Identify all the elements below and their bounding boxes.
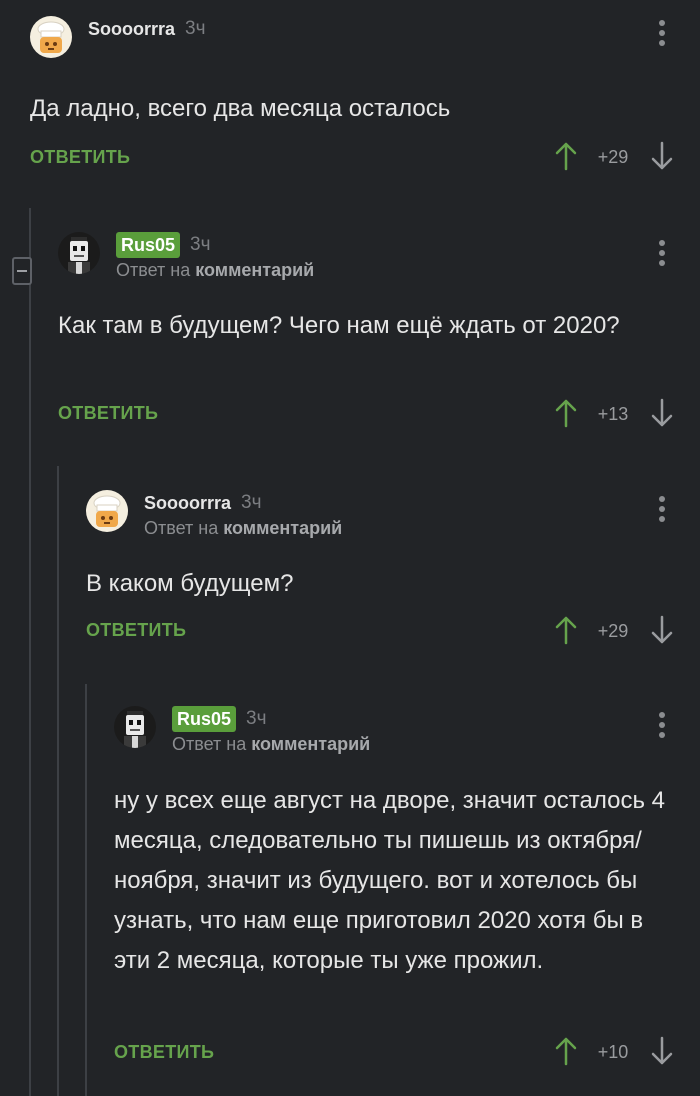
author-name[interactable]: Rus05 xyxy=(116,232,181,258)
downvote-arrow-icon[interactable] xyxy=(650,398,674,428)
upvote-arrow-icon[interactable] xyxy=(554,1036,578,1066)
rating-counter: +13 xyxy=(597,404,629,424)
author-name[interactable]: Rus05 xyxy=(172,706,237,732)
more-options-icon[interactable] xyxy=(658,20,666,50)
more-options-icon[interactable] xyxy=(658,496,666,526)
more-options-icon[interactable] xyxy=(658,240,666,270)
comment-time: 3ч xyxy=(241,492,262,513)
comment: Soooorrra 3ч Да ладно, всего два месяца … xyxy=(30,16,700,186)
reply-button[interactable]: ОТВЕТИТЬ xyxy=(114,1042,214,1063)
author-name[interactable]: Soooorrra xyxy=(88,19,175,40)
collapse-thread-button[interactable] xyxy=(12,257,32,285)
reply-to-link[interactable]: комментарий xyxy=(223,518,342,538)
downvote-arrow-icon[interactable] xyxy=(650,141,674,171)
downvote-arrow-icon[interactable] xyxy=(650,1036,674,1066)
reply-to-link[interactable]: комментарий xyxy=(251,734,370,754)
comment: Rus05 3ч Ответ на комментарий ну у всех … xyxy=(114,706,700,1086)
comment-time: 3ч xyxy=(190,234,211,255)
reply-to-line: Ответ на комментарий xyxy=(172,734,370,755)
skeleton-avatar-icon[interactable] xyxy=(114,706,156,748)
reply-to-line: Ответ на комментарий xyxy=(144,518,342,539)
rating-counter: +29 xyxy=(597,621,629,641)
thread-line-level-1 xyxy=(29,208,31,1096)
comment-body: В каком будущем? xyxy=(86,570,294,597)
comment-time: 3ч xyxy=(246,708,267,729)
comment-time: 3ч xyxy=(185,18,206,39)
comment-body: Как там в будущем? Чего нам ещё ждать от… xyxy=(58,312,620,339)
reply-to-link[interactable]: комментарий xyxy=(195,260,314,280)
chef-avatar-icon[interactable] xyxy=(30,16,72,58)
author-row: Soooorrra 3ч xyxy=(88,16,205,42)
upvote-arrow-icon[interactable] xyxy=(554,141,578,171)
chef-avatar-icon[interactable] xyxy=(86,490,128,532)
comment: Soooorrra 3ч Ответ на комментарий В како… xyxy=(86,490,700,660)
upvote-arrow-icon[interactable] xyxy=(554,615,578,645)
author-row: Rus05 3ч xyxy=(172,706,267,732)
downvote-arrow-icon[interactable] xyxy=(650,615,674,645)
thread-line-level-2 xyxy=(57,466,59,1096)
reply-button[interactable]: ОТВЕТИТЬ xyxy=(30,147,130,168)
comment: Rus05 3ч Ответ на комментарий Как там в … xyxy=(58,232,700,442)
reply-button[interactable]: ОТВЕТИТЬ xyxy=(86,620,186,641)
rating-counter: +10 xyxy=(597,1042,629,1062)
author-row: Rus05 3ч xyxy=(116,232,211,258)
reply-to-line: Ответ на комментарий xyxy=(116,260,314,281)
comments-thread: Soooorrra 3ч Да ладно, всего два месяца … xyxy=(0,0,700,1096)
rating-counter: +29 xyxy=(597,147,629,167)
reply-to-prefix: Ответ на xyxy=(172,734,247,754)
reply-to-prefix: Ответ на xyxy=(116,260,191,280)
comment-body: Да ладно, всего два месяца осталось xyxy=(30,95,451,122)
thread-line-level-3 xyxy=(85,684,87,1096)
skeleton-avatar-icon[interactable] xyxy=(58,232,100,274)
comment-body: ну у всех еще август на дворе, значит ос… xyxy=(114,787,665,974)
author-row: Soooorrra 3ч xyxy=(144,490,261,516)
author-name[interactable]: Soooorrra xyxy=(144,493,231,514)
upvote-arrow-icon[interactable] xyxy=(554,398,578,428)
reply-to-prefix: Ответ на xyxy=(144,518,219,538)
more-options-icon[interactable] xyxy=(658,712,666,742)
reply-button[interactable]: ОТВЕТИТЬ xyxy=(58,403,158,424)
